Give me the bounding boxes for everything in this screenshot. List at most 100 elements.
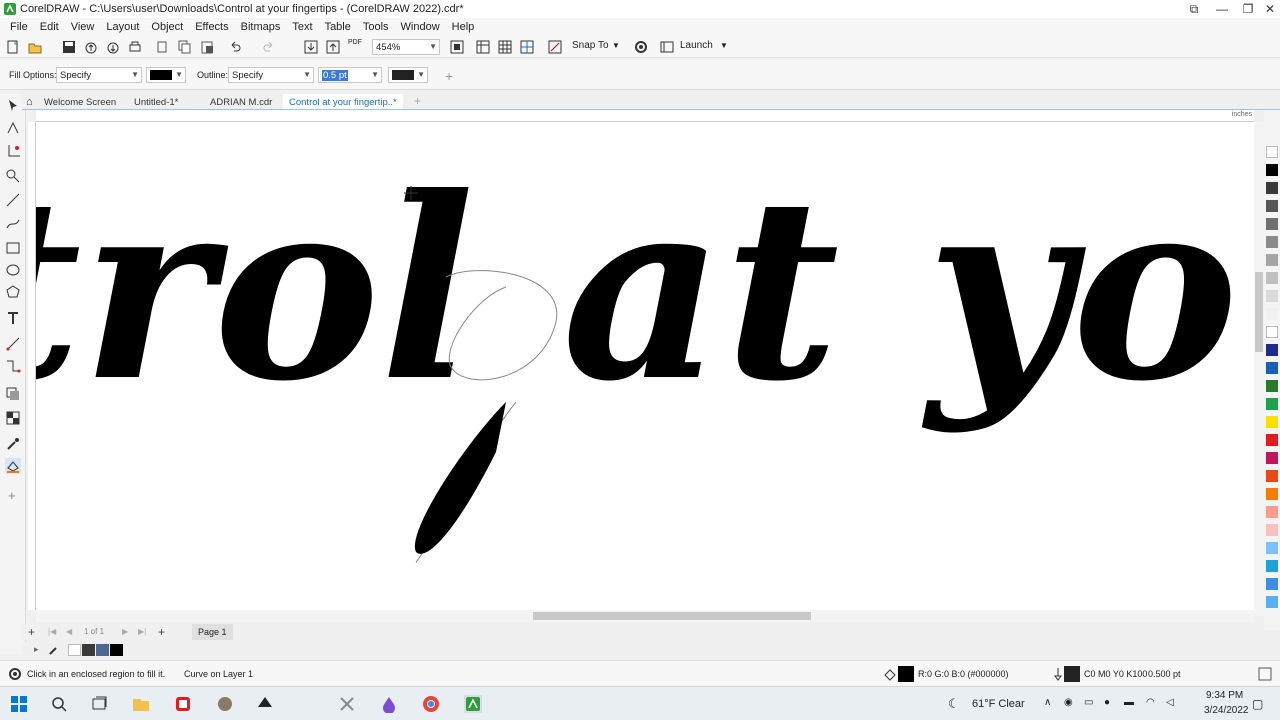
palette-swatch[interactable]	[1266, 452, 1278, 464]
inkscape-app-icon[interactable]	[256, 695, 274, 713]
launch-button[interactable]: Launch	[680, 40, 713, 51]
palette-swatch[interactable]	[1266, 326, 1278, 338]
save-icon[interactable]	[62, 40, 76, 54]
eyedropper-icon[interactable]	[48, 644, 60, 656]
palette-swatch[interactable]	[1266, 254, 1278, 266]
zoom-tool-icon[interactable]	[5, 168, 21, 184]
status-outline-swatch[interactable]	[1064, 666, 1080, 682]
palette-swatch[interactable]	[1266, 560, 1278, 572]
show-rulers-icon[interactable]	[476, 40, 490, 54]
show-guidelines-icon[interactable]	[520, 40, 534, 54]
palette-swatch[interactable]	[1266, 164, 1278, 176]
publish-pdf-button[interactable]: PDF	[348, 39, 362, 46]
no-color-swatch[interactable]	[68, 644, 81, 656]
import-icon[interactable]	[304, 40, 318, 54]
next-page-icon[interactable]: ▶	[122, 627, 128, 636]
palette-swatch[interactable]	[1266, 290, 1278, 302]
page-tab[interactable]: Page 1	[192, 624, 233, 640]
horizontal-scroll-thumb[interactable]	[533, 612, 811, 620]
customize-toolbox-icon[interactable]: +	[8, 488, 16, 503]
parallel-dimension-tool-icon[interactable]	[5, 336, 21, 352]
palette-swatch[interactable]	[1266, 596, 1278, 608]
rectangle-tool-icon[interactable]	[5, 240, 21, 256]
menu-table[interactable]: Table	[319, 21, 357, 33]
palette-swatch[interactable]	[1266, 200, 1278, 212]
vertical-scrollbar[interactable]	[1254, 122, 1264, 616]
outline-select[interactable]: Specify ▼	[228, 67, 314, 83]
tab-welcome-screen[interactable]: Welcome Screen	[44, 94, 116, 110]
palette-swatch[interactable]	[1266, 506, 1278, 518]
horizontal-ruler[interactable]: inches	[36, 110, 1254, 122]
ellipse-tool-icon[interactable]	[5, 262, 21, 278]
task-view-icon[interactable]	[90, 695, 108, 713]
clock-date[interactable]: 3/24/2022	[1204, 705, 1249, 716]
add-option-icon[interactable]: +	[445, 68, 453, 84]
menu-window[interactable]: Window	[395, 21, 446, 33]
vertical-scroll-thumb[interactable]	[1255, 272, 1263, 352]
menu-edit[interactable]: Edit	[34, 21, 65, 33]
share-icon[interactable]: ⧉	[1180, 0, 1208, 18]
smart-fill-tool-icon[interactable]	[5, 458, 21, 474]
tray-app-icon[interactable]: ◉	[1064, 697, 1073, 708]
palette-swatch[interactable]	[1266, 272, 1278, 284]
launch-icon[interactable]	[660, 40, 674, 54]
fill-color-picker[interactable]: ▼	[146, 67, 186, 83]
menu-text[interactable]: Text	[286, 21, 318, 33]
snap-to-button[interactable]: Snap To	[572, 40, 609, 51]
artistic-media-tool-icon[interactable]	[5, 216, 21, 232]
palette-swatch[interactable]	[1266, 578, 1278, 590]
pick-tool-icon[interactable]	[5, 98, 21, 114]
tab-control-at-your-fingertips[interactable]: Control at your fingertip..*	[283, 94, 403, 110]
fill-options-select[interactable]: Specify ▼	[56, 67, 142, 83]
doc-swatch-black[interactable]	[110, 644, 123, 656]
shape-tool-icon[interactable]	[5, 120, 21, 136]
close-button[interactable]: ✕	[1256, 0, 1280, 18]
palette-swatch[interactable]	[1266, 416, 1278, 428]
snipping-tool-icon[interactable]	[338, 695, 356, 713]
cloud-download-icon[interactable]	[106, 40, 120, 54]
palette-swatch[interactable]	[1266, 182, 1278, 194]
palette-swatch[interactable]	[1266, 236, 1278, 248]
screen-recorder-app-icon[interactable]	[174, 695, 192, 713]
open-folder-icon[interactable]	[28, 40, 42, 54]
new-document-icon[interactable]	[6, 40, 20, 54]
color-drop-app-icon[interactable]	[380, 695, 398, 713]
settings-gear-icon[interactable]	[634, 40, 648, 54]
export-icon[interactable]	[326, 40, 340, 54]
paste-icon[interactable]	[200, 40, 214, 54]
quick-customize-icon[interactable]	[1258, 667, 1272, 681]
palette-swatch[interactable]	[1266, 362, 1278, 374]
horizontal-scrollbar[interactable]	[36, 610, 1254, 622]
palette-swatch[interactable]	[1266, 218, 1278, 230]
launch-chevron-icon[interactable]: ▼	[720, 41, 728, 50]
polygon-tool-icon[interactable]	[5, 284, 21, 300]
wifi-icon[interactable]: ◠	[1146, 697, 1155, 708]
vertical-ruler[interactable]	[28, 122, 36, 610]
palette-swatch[interactable]	[1266, 308, 1278, 320]
script-text-curve[interactable]: trol at your finge	[36, 142, 1254, 436]
menu-layout[interactable]: Layout	[100, 21, 145, 33]
status-fill-swatch[interactable]	[898, 666, 914, 682]
new-tab-icon[interactable]: +	[414, 94, 421, 108]
gimp-app-icon[interactable]	[216, 695, 234, 713]
add-page-before-icon[interactable]: +	[28, 625, 35, 639]
chrome-browser-icon[interactable]	[422, 695, 440, 713]
zoom-level-select[interactable]: 454% ▼	[372, 39, 440, 55]
crop-tool-icon[interactable]	[5, 144, 21, 160]
palette-swatch[interactable]	[1266, 542, 1278, 554]
copy-icon[interactable]	[178, 40, 192, 54]
outline-width-input[interactable]: 0.5 pt ▼	[318, 67, 382, 83]
print-icon[interactable]	[128, 40, 142, 54]
menu-help[interactable]: Help	[446, 21, 481, 33]
text-tool-icon[interactable]	[5, 310, 21, 326]
tab-untitled-1[interactable]: Untitled-1*	[134, 94, 178, 110]
outline-color-picker[interactable]: ▼	[388, 67, 428, 83]
tab-adrian-m[interactable]: ADRIAN M.cdr	[210, 94, 272, 110]
doc-swatch-dark-gray[interactable]	[82, 644, 95, 656]
file-explorer-icon[interactable]	[132, 695, 150, 713]
tray-notes-icon[interactable]: ▭	[1084, 697, 1093, 708]
home-icon[interactable]: ⌂	[26, 96, 33, 108]
palette-swatch[interactable]	[1266, 470, 1278, 482]
menu-file[interactable]: File	[4, 21, 34, 33]
connector-tool-icon[interactable]	[5, 358, 21, 374]
